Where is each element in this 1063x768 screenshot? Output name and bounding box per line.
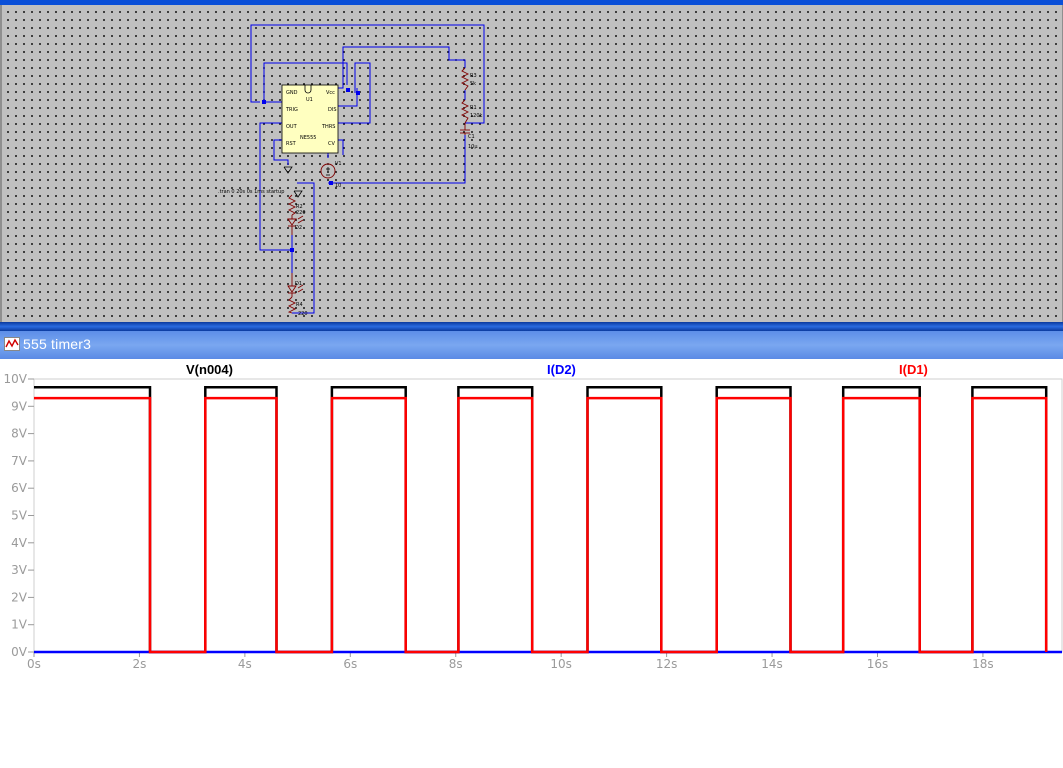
plot-frame <box>33 378 1063 653</box>
y-tick-label: 9V <box>11 399 28 413</box>
d1-ref: D1 <box>295 281 302 287</box>
y-tick-label: 6V <box>11 481 28 495</box>
wire[interactable] <box>292 182 315 314</box>
x-tick-label: 18s <box>972 657 994 670</box>
legend-i-d1[interactable]: I(D1) <box>899 362 928 377</box>
pin-gnd: GND <box>286 90 298 96</box>
r4-ref: R4 <box>296 302 303 308</box>
y-tick-label: 10V <box>4 372 28 386</box>
legend-i-d2[interactable]: I(D2) <box>547 362 576 377</box>
d2-ref: D2 <box>295 225 302 231</box>
spice-directive[interactable]: .tran 0 20s 0s 1ms startup <box>218 189 284 195</box>
pin-out: OUT <box>286 124 298 130</box>
r2-value: 220 <box>296 210 306 216</box>
resistor-r1[interactable] <box>460 99 470 124</box>
junction <box>346 88 350 92</box>
ic-part-label: NE555 <box>300 135 316 141</box>
r3-value: 5k <box>470 81 476 87</box>
y-tick-label: 3V <box>11 563 28 577</box>
ground-symbol <box>283 166 293 174</box>
c1-ref: C1 <box>468 134 475 140</box>
ic-ref-label: U1 <box>306 97 313 103</box>
window-splitter[interactable] <box>0 322 1063 331</box>
x-tick-label: 4s <box>238 657 252 670</box>
junction <box>356 91 360 95</box>
schematic-window: U1 NE555 GND TRIG OUT RST Vcc DIS THRS C… <box>0 0 1063 326</box>
pin-vcc: Vcc <box>326 90 335 96</box>
y-tick-label: 4V <box>11 536 28 550</box>
resistor-r2[interactable] <box>287 194 297 216</box>
pin-dis: DIS <box>328 107 337 113</box>
r4-value: 220 <box>298 311 308 317</box>
r1-ref: R1 <box>470 105 477 111</box>
x-tick-label: 0s <box>27 657 41 670</box>
pin-trig: TRIG <box>285 107 298 113</box>
waveform-plot[interactable]: 0V 1V 2V 3V 4V 5V 6V 7V 8V 9V 10V 0s 2s 4s 6s 8s 10s 12s 1… <box>0 359 1063 670</box>
plot-window-title: 555 timer3 <box>23 336 92 352</box>
schematic-canvas[interactable]: U1 NE555 GND TRIG OUT RST Vcc DIS THRS C… <box>0 5 1063 322</box>
x-tick-label: 6s <box>343 657 357 670</box>
pin-rst: RST <box>286 141 297 147</box>
y-tick-label: 1V <box>11 618 28 632</box>
y-tick-label: 5V <box>11 509 28 523</box>
r1-value: 120k <box>470 113 483 119</box>
schematic-drawing: U1 NE555 GND TRIG OUT RST Vcc DIS THRS C… <box>218 24 485 317</box>
plot-window-titlebar[interactable]: 555 timer3 <box>0 331 1063 359</box>
x-tick-label: 16s <box>867 657 889 670</box>
schematic-wires <box>250 24 485 314</box>
y-tick-label: 8V <box>11 427 28 441</box>
x-tick-label: 2s <box>132 657 146 670</box>
junction <box>329 181 333 185</box>
legend-v-n004[interactable]: V(n004) <box>186 362 233 377</box>
v1-value: 10 <box>335 183 341 189</box>
v1-ref: V1 <box>335 161 342 167</box>
y-tick-label: 0V <box>11 645 28 659</box>
ground-symbol <box>293 190 303 198</box>
waveform-icon <box>4 337 20 351</box>
x-tick-label: 8s <box>449 657 463 670</box>
component-labels: R3 5k R1 120k C1 10µ V1 10 .tran 0 20s 0… <box>218 73 483 317</box>
junction <box>290 248 294 252</box>
resistor-r4[interactable] <box>287 296 297 314</box>
junction <box>262 100 266 104</box>
c1-value: 10µ <box>468 144 478 150</box>
x-tick-label: 10s <box>550 657 572 670</box>
r3-ref: R3 <box>470 73 477 79</box>
y-tick-label: 7V <box>11 454 28 468</box>
wire[interactable] <box>338 46 466 89</box>
wire[interactable] <box>338 139 344 155</box>
x-tick-label: 12s <box>656 657 678 670</box>
y-tick-label: 2V <box>11 590 28 604</box>
resistor-r3[interactable] <box>460 67 470 91</box>
wire[interactable] <box>328 135 466 184</box>
waveform-chart: 0V 1V 2V 3V 4V 5V 6V 7V 8V 9V 10V 0s 2s 4s 6s 8s 10s 12s 1… <box>4 372 1063 670</box>
x-tick-label: 14s <box>761 657 783 670</box>
pin-thrs: THRS <box>321 124 335 130</box>
pin-cv: CV <box>328 141 335 147</box>
